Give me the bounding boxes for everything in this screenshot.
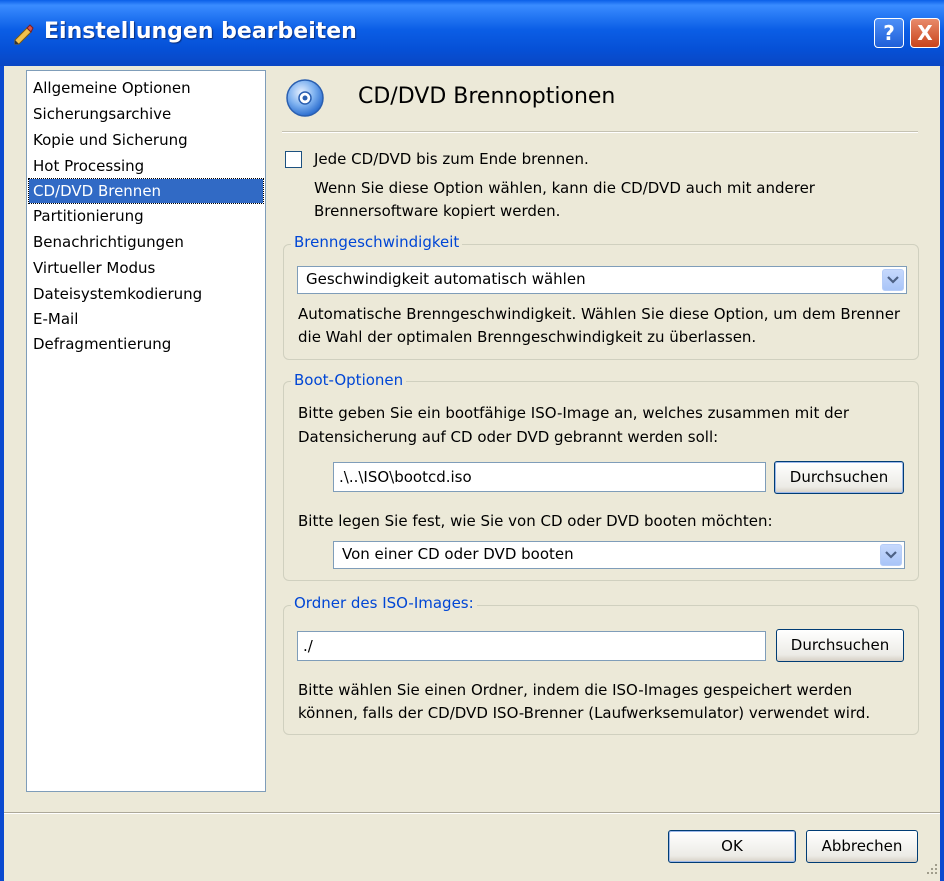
nav-item-defragmentierung[interactable]: Defragmentierung	[33, 332, 171, 356]
window-frame-left	[0, 66, 4, 881]
iso-folder-path-value: ./	[303, 637, 313, 655]
nav-item-allgemeine-optionen[interactable]: Allgemeine Optionen	[33, 76, 191, 100]
boot-desc-line2: Datensicherung auf CD oder DVD gebrannt …	[298, 428, 719, 446]
cancel-button[interactable]: Abbrechen	[806, 830, 918, 863]
finalize-desc-line1: Wenn Sie diese Option wählen, kann die C…	[314, 179, 815, 197]
cd-icon	[286, 79, 324, 117]
speed-desc-line2: die Wahl der optimalen Brenngeschwindigk…	[298, 328, 757, 346]
settings-pencil-icon	[14, 24, 34, 45]
header-divider	[282, 131, 918, 133]
iso-folder-legend: Ordner des ISO-Images:	[291, 594, 477, 612]
nav-item-benachrichtigungen[interactable]: Benachrichtigungen	[33, 230, 184, 254]
iso-folder-browse-button[interactable]: Durchsuchen	[776, 629, 904, 662]
finalize-disc-label[interactable]: Jede CD/DVD bis zum Ende brennen.	[314, 150, 589, 168]
chevron-down-icon[interactable]	[880, 544, 902, 566]
chevron-down-icon[interactable]	[882, 269, 904, 291]
title-bar[interactable]: Einstellungen bearbeiten ? X	[0, 0, 944, 66]
boot-mode-select[interactable]: Von einer CD oder DVD booten	[333, 541, 905, 569]
speed-desc-line1: Automatische Brenngeschwindigkeit. Wähle…	[298, 305, 901, 323]
nav-item-kopie-und-sicherung[interactable]: Kopie und Sicherung	[33, 128, 188, 152]
settings-dialog: Einstellungen bearbeiten ? X Allgemeine …	[0, 0, 944, 881]
window-title: Einstellungen bearbeiten	[44, 19, 357, 44]
speed-select[interactable]: Geschwindigkeit automatisch wählen	[297, 266, 907, 294]
help-button[interactable]: ?	[874, 18, 904, 48]
settings-category-list[interactable]: Allgemeine Optionen Sicherungsarchive Ko…	[26, 70, 266, 792]
speed-select-value: Geschwindigkeit automatisch wählen	[306, 270, 586, 288]
footer-separator	[4, 812, 940, 814]
finalize-disc-checkbox[interactable]	[285, 151, 302, 168]
iso-folder-desc-line1: Bitte wählen Sie einen Ordner, indem die…	[298, 681, 853, 699]
boot-mode-select-value: Von einer CD oder DVD booten	[342, 545, 574, 563]
boot-image-path-input[interactable]: .\..\ISO\bootcd.iso	[333, 462, 766, 492]
nav-item-virtueller-modus[interactable]: Virtueller Modus	[33, 256, 155, 280]
iso-folder-desc-line2: können, falls der CD/DVD ISO-Brenner (La…	[298, 704, 871, 722]
boot-browse-button[interactable]: Durchsuchen	[774, 461, 904, 494]
speed-group-legend: Brenngeschwindigkeit	[291, 233, 463, 251]
nav-item-hot-processing[interactable]: Hot Processing	[33, 154, 144, 178]
resize-grip-icon[interactable]	[926, 863, 938, 875]
ok-button[interactable]: OK	[668, 830, 796, 863]
nav-item-sicherungsarchive[interactable]: Sicherungsarchive	[33, 102, 171, 126]
iso-folder-path-input[interactable]: ./	[297, 631, 766, 661]
boot-desc-line1: Bitte geben Sie ein bootfähige ISO-Image…	[298, 404, 850, 422]
boot-options-legend: Boot-Optionen	[291, 371, 407, 389]
finalize-desc-line2: Brennersoftware kopiert werden.	[314, 202, 561, 220]
boot-mode-prompt: Bitte legen Sie fest, wie Sie von CD ode…	[298, 512, 773, 530]
nav-item-partitionierung[interactable]: Partitionierung	[33, 204, 144, 228]
page-title: CD/DVD Brennoptionen	[358, 84, 616, 109]
nav-item-e-mail[interactable]: E-Mail	[33, 307, 78, 331]
close-button[interactable]: X	[910, 18, 940, 48]
nav-item-cd-dvd-brennen[interactable]: CD/DVD Brennen	[28, 178, 264, 204]
nav-item-dateisystemkodierung[interactable]: Dateisystemkodierung	[33, 282, 202, 306]
window-frame-right	[940, 66, 944, 881]
boot-image-path-value: .\..\ISO\bootcd.iso	[339, 468, 472, 486]
